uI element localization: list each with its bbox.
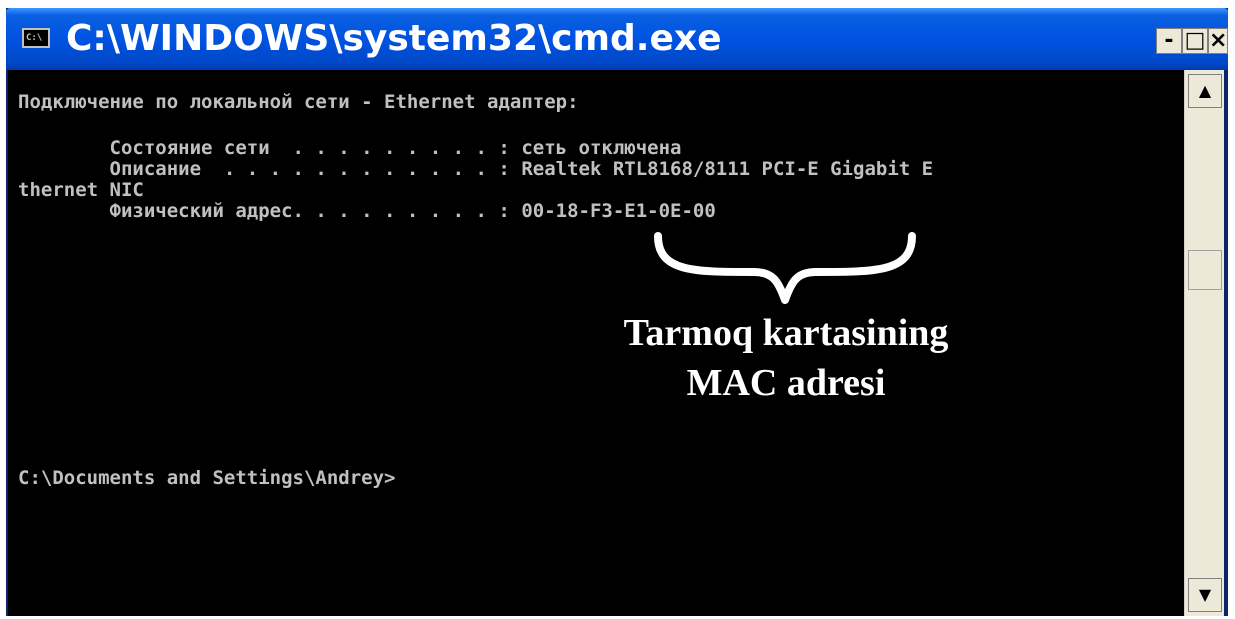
console-line-status: Состояние сети . . . . . . . . . : сеть … xyxy=(18,137,682,159)
close-button[interactable]: × xyxy=(1208,28,1228,54)
vertical-scrollbar[interactable]: ▲ ▼ xyxy=(1184,70,1224,616)
scroll-thumb[interactable] xyxy=(1188,250,1222,290)
title-bar[interactable]: C:\ C:\WINDOWS\system32\cmd.exe - □ × xyxy=(6,8,1228,70)
window-title: C:\WINDOWS\system32\cmd.exe xyxy=(66,18,722,59)
console-line-description-wrap: thernet NIC xyxy=(18,179,144,201)
scroll-down-button[interactable]: ▼ xyxy=(1188,578,1222,612)
annotation-line-2: MAC adresi xyxy=(686,362,886,404)
scroll-up-button[interactable]: ▲ xyxy=(1188,74,1222,108)
console-line-adapter: Подключение по локальной сети - Ethernet… xyxy=(18,91,579,113)
minimize-button[interactable]: - xyxy=(1156,28,1182,54)
console-line-mac: Физический адрес. . . . . . . . . : 00-1… xyxy=(18,200,716,222)
cmd-window: C:\ C:\WINDOWS\system32\cmd.exe - □ × По… xyxy=(6,8,1228,616)
annotation-line-1: Tarmoq kartasining xyxy=(623,312,949,354)
curly-brace-icon xyxy=(654,232,916,304)
console-prompt[interactable]: C:\Documents and Settings\Andrey> xyxy=(18,468,396,489)
cmd-icon: C:\ xyxy=(22,28,50,48)
maximize-button[interactable]: □ xyxy=(1182,28,1208,54)
console-line-description: Описание . . . . . . . . . . . . : Realt… xyxy=(18,158,934,180)
